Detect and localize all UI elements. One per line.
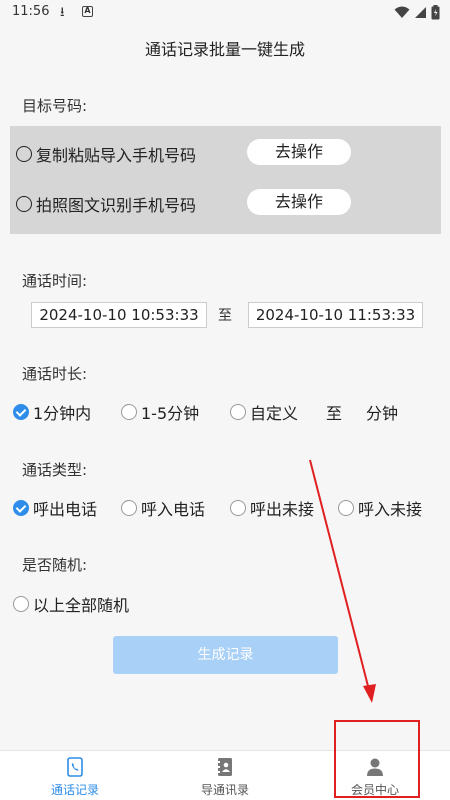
radio-paste[interactable] <box>16 146 32 162</box>
end-time-input[interactable]: 2024-10-10 11:53:33 <box>248 302 423 328</box>
status-time: 11:56 <box>12 4 50 19</box>
duration-option-1min[interactable]: 1分钟内 <box>13 400 91 424</box>
nav-import-contacts-label: 导通讯录 <box>200 783 249 797</box>
call-type-outgoing-missed[interactable]: 呼出未接 <box>230 496 314 520</box>
duration-option-custom[interactable]: 自定义 <box>230 400 298 424</box>
target-option-photo[interactable]: 拍照图文识别手机号码 <box>16 192 196 216</box>
random-all-label: 以上全部随机 <box>33 596 130 615</box>
radio-icon[interactable] <box>13 596 29 612</box>
radio-checked-icon[interactable] <box>13 500 29 516</box>
radio-icon[interactable] <box>230 500 246 516</box>
radio-icon[interactable] <box>230 404 246 420</box>
custom-duration-to: 至 <box>326 404 343 423</box>
duration-option-label: 自定义 <box>250 404 299 423</box>
custom-duration-unit: 分钟 <box>366 404 399 423</box>
call-type-label-text: 呼出电话 <box>33 500 98 519</box>
start-time-input[interactable]: 2024-10-10 10:53:33 <box>31 302 207 328</box>
page-title: 通话记录批量一键生成 <box>144 40 305 59</box>
radio-icon[interactable] <box>121 404 137 420</box>
call-type-incoming[interactable]: 呼入电话 <box>121 496 205 520</box>
status-icons <box>394 4 440 20</box>
call-type-label-text: 呼出未接 <box>250 500 315 519</box>
annotation-highlight-box <box>334 720 420 798</box>
target-option-paste-label: 复制粘贴导入手机号码 <box>36 146 197 165</box>
target-options-panel: 复制粘贴导入手机号码 去操作 拍照图文识别手机号码 去操作 <box>10 126 441 234</box>
paste-operate-button[interactable]: 去操作 <box>247 139 351 165</box>
random-label: 是否随机: <box>22 556 88 574</box>
call-type-label: 通话类型: <box>22 461 88 479</box>
nav-call-records-label: 通话记录 <box>50 783 99 797</box>
target-label: 目标号码: <box>22 97 88 115</box>
generate-records-button[interactable]: 生成记录 <box>113 636 338 674</box>
photo-operate-button[interactable]: 去操作 <box>247 189 351 215</box>
target-option-photo-label: 拍照图文识别手机号码 <box>36 196 197 215</box>
nav-call-records[interactable]: 通话记录 <box>0 751 150 800</box>
time-separator: 至 <box>218 308 232 324</box>
call-type-incoming-missed[interactable]: 呼入未接 <box>338 496 422 520</box>
duration-option-label: 1-5分钟 <box>141 404 200 423</box>
duration-option-1-5min[interactable]: 1-5分钟 <box>121 400 199 424</box>
phone-record-icon <box>67 757 83 777</box>
status-bar: 11:56 ⭳ A <box>0 0 450 24</box>
download-icon: ⭳ <box>60 5 65 20</box>
call-type-outgoing[interactable]: 呼出电话 <box>13 496 97 520</box>
wifi-icon <box>394 6 410 18</box>
radio-photo[interactable] <box>16 196 32 212</box>
call-time-label: 通话时间: <box>22 272 88 290</box>
call-type-label-text: 呼入电话 <box>141 500 206 519</box>
target-option-paste[interactable]: 复制粘贴导入手机号码 <box>16 142 196 166</box>
radio-icon[interactable] <box>121 500 137 516</box>
battery-icon <box>431 4 440 19</box>
signal-icon <box>415 6 426 18</box>
radio-icon[interactable] <box>338 500 354 516</box>
duration-label: 通话时长: <box>22 365 88 383</box>
call-type-label-text: 呼入未接 <box>358 500 423 519</box>
radio-checked-icon[interactable] <box>13 404 29 420</box>
contacts-book-icon <box>217 758 232 776</box>
nav-import-contacts[interactable]: 导通讯录 <box>150 751 300 800</box>
notification-a-icon: A <box>82 6 93 17</box>
duration-option-label: 1分钟内 <box>33 404 92 423</box>
random-all-option[interactable]: 以上全部随机 <box>13 592 129 616</box>
